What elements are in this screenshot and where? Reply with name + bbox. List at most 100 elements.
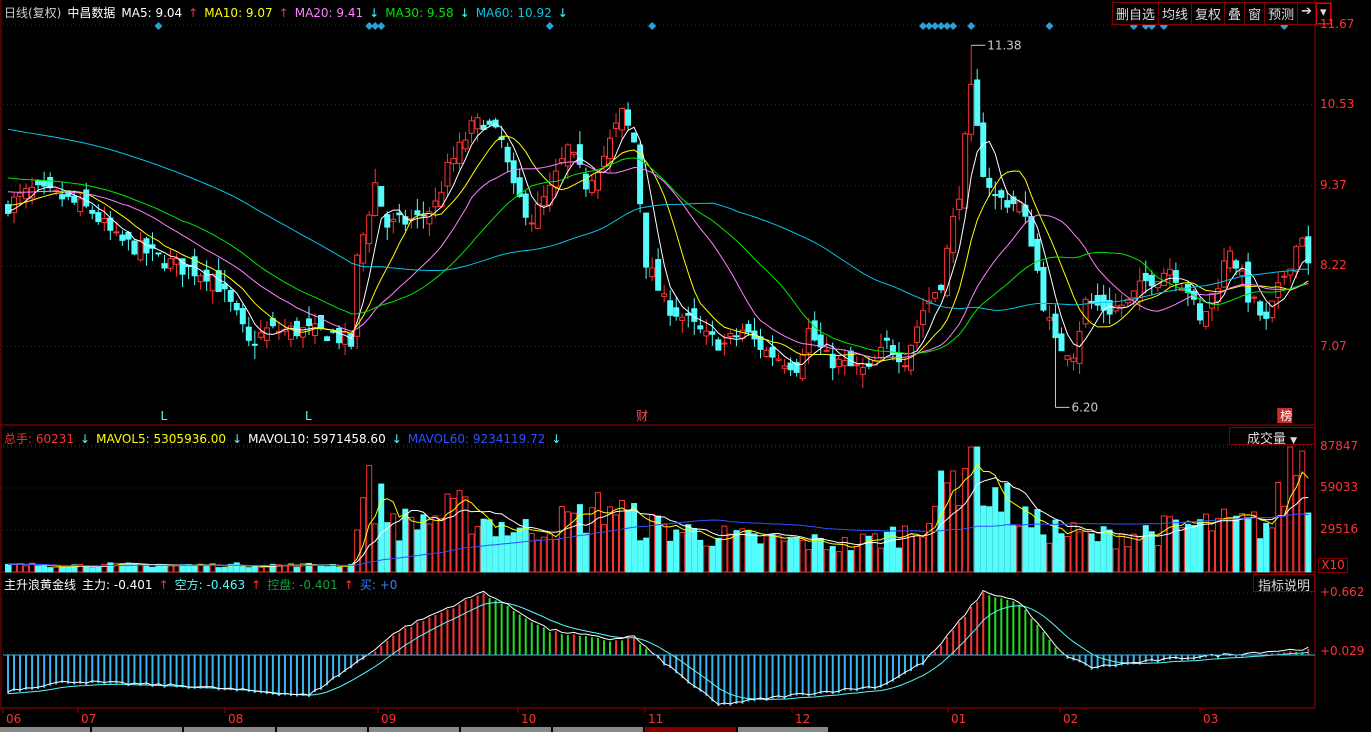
arrow-up-icon: ↑ [251, 577, 262, 592]
volume-bar [1269, 527, 1276, 573]
candle [643, 212, 650, 279]
candle [233, 300, 240, 316]
candle [384, 211, 391, 241]
candle [1299, 236, 1306, 247]
indicator-legend-item: 主升浪黄金线 [4, 578, 77, 592]
candle [1010, 190, 1017, 212]
stock-name: 中昌数据 [67, 6, 116, 20]
volume-bar [324, 566, 331, 573]
volume-bar [281, 565, 288, 573]
signal-diamond-icon[interactable] [1045, 22, 1054, 30]
candle [275, 322, 282, 341]
candle [450, 146, 457, 172]
volume-bar [492, 536, 499, 573]
month-label: 10 [521, 712, 537, 726]
candle [372, 168, 379, 217]
volume-bar [883, 531, 890, 573]
volume-bar [871, 533, 878, 573]
event-marker[interactable]: 财 [636, 409, 648, 423]
volume-bar [342, 565, 349, 573]
volume-bar [793, 536, 800, 573]
volume-bar [715, 537, 722, 573]
candle [757, 328, 764, 359]
toolbar-button-5[interactable]: 预测 [1265, 3, 1299, 24]
volume-bar [498, 522, 505, 573]
volume-bar [107, 562, 114, 573]
bottom-tab-strip[interactable] [0, 727, 1371, 732]
signal-diamond-icon[interactable] [377, 22, 386, 30]
volume-bar [721, 525, 728, 573]
volume-bar [914, 535, 921, 573]
volume-bar [679, 532, 686, 573]
toolbar-button-4[interactable]: 窗 [1245, 3, 1266, 24]
event-marker[interactable]: 榜 [1280, 408, 1292, 423]
candle [1202, 310, 1209, 330]
event-marker[interactable]: L [305, 409, 312, 423]
volume-bar [781, 540, 788, 573]
indicator-legend-item: 主力: -0.401 [82, 578, 153, 592]
volume-bar [1154, 545, 1161, 573]
volume-bar [366, 464, 373, 573]
price-axis-label: 11.67 [1320, 17, 1355, 31]
candle [853, 356, 860, 376]
event-marker[interactable]: L [161, 409, 168, 423]
volume-indicator-select[interactable]: 成交量 ▼ [1229, 427, 1315, 447]
toolbar-button-2[interactable]: 复权 [1192, 3, 1226, 24]
volume-bar [775, 535, 782, 573]
volume-bar [1263, 522, 1270, 573]
volume-bar [998, 511, 1005, 573]
toolbar-button-1[interactable]: 均线 [1159, 3, 1193, 24]
volume-bar [251, 566, 258, 573]
volume-bar [1172, 519, 1179, 573]
signal-diamond-icon[interactable] [648, 22, 657, 30]
volume-bar [89, 567, 96, 573]
signal-diamond-icon[interactable] [949, 22, 958, 30]
ma5-line [7, 123, 1309, 366]
volume-bar [444, 493, 451, 573]
volume-bar [1064, 535, 1071, 573]
volume-bar [65, 567, 72, 573]
candle [251, 330, 258, 359]
volume-bar [649, 513, 656, 573]
volume-bar [1076, 531, 1083, 573]
candle [679, 313, 686, 333]
volume-bar [625, 509, 632, 573]
candle [847, 346, 854, 367]
candle [570, 151, 577, 158]
volume-bar [360, 497, 367, 573]
candle [715, 337, 722, 351]
expand-icon[interactable]: ➔ [1298, 3, 1316, 24]
toolbar-button-3[interactable]: 叠 [1225, 3, 1246, 24]
volume-bar [564, 511, 571, 573]
volume-bar [733, 530, 740, 573]
volume-bar [763, 535, 770, 573]
candle [1112, 293, 1119, 314]
arrow-down-icon: ↓ [369, 5, 380, 20]
volume-bar [895, 547, 902, 573]
candle [661, 284, 668, 303]
volume-bar [1299, 450, 1306, 573]
toolbar-button-0[interactable]: 删自选 [1113, 3, 1160, 24]
volume-bar [1227, 516, 1234, 573]
candle [883, 330, 890, 349]
candle [378, 186, 385, 207]
signal-diamond-icon[interactable] [967, 22, 976, 30]
volume-bar [709, 545, 716, 573]
month-label: 11 [648, 712, 664, 726]
volume-bar [336, 566, 343, 573]
ma-value: MA30: 9.58 [385, 5, 454, 20]
volume-bar [432, 515, 439, 573]
volume-bar [245, 567, 252, 573]
volume-bar [1275, 481, 1282, 573]
signal-diamond-icon[interactable] [545, 22, 554, 30]
candle [793, 358, 800, 377]
signal-diamond-icon[interactable] [154, 22, 163, 30]
volume-bar [877, 547, 884, 573]
candle [775, 353, 782, 363]
candle [504, 142, 511, 172]
volume-bar [510, 532, 517, 573]
volume-bar [191, 564, 198, 573]
stock-chart[interactable]: 11.38 6.20 L L 财 榜 [0, 0, 1371, 732]
volume-bar [745, 530, 752, 573]
indicator-help-button[interactable]: 指标说明 [1253, 574, 1315, 594]
